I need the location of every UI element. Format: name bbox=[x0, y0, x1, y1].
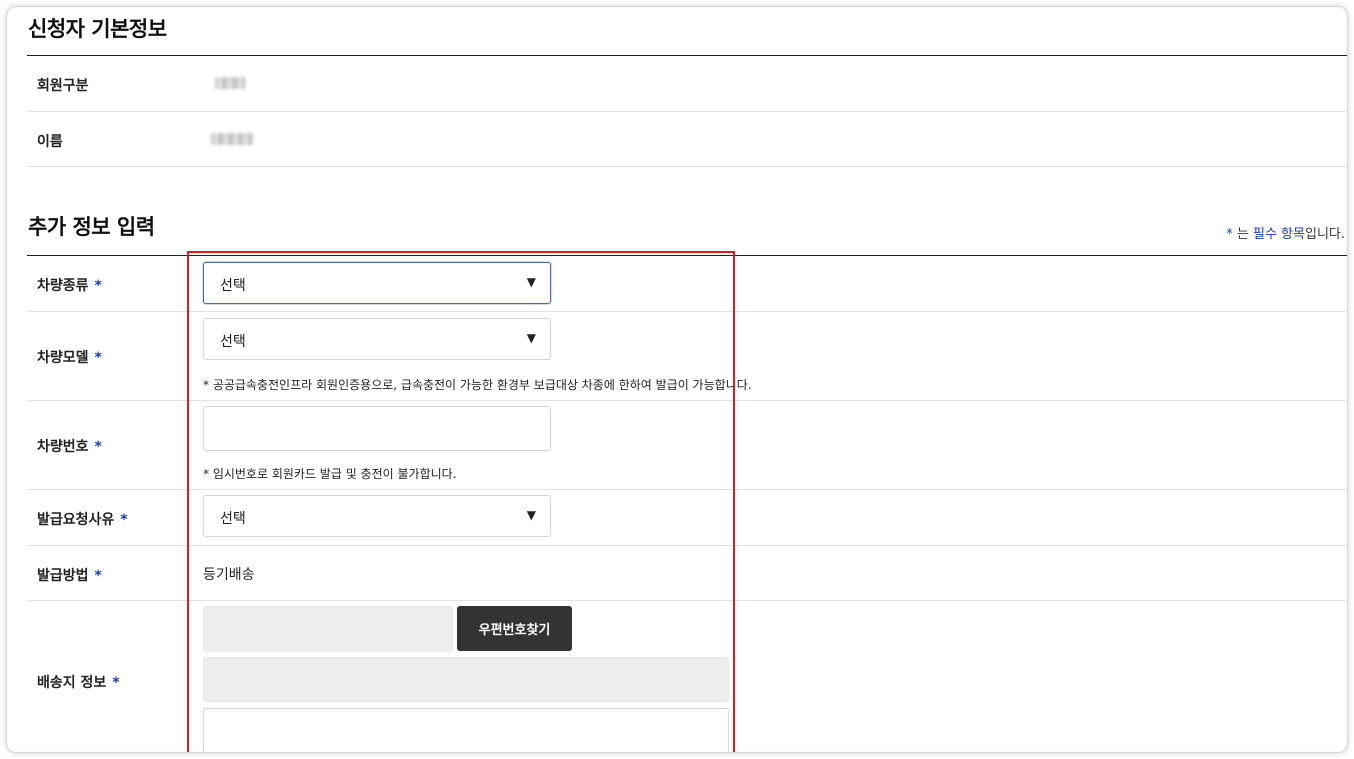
basic-info-title: 신청자 기본정보 bbox=[28, 17, 167, 41]
issue-reason-label: 발급요청사유 * bbox=[37, 512, 128, 528]
postcode-input[interactable] bbox=[203, 606, 453, 652]
issue-reason-select[interactable]: 선택 ▼ bbox=[203, 495, 551, 537]
name-value-redacted bbox=[211, 133, 253, 145]
vehicle-number-label: 차량번호 * bbox=[37, 439, 102, 455]
dropdown-arrow-icon: ▼ bbox=[526, 508, 536, 522]
required-mark: * bbox=[120, 512, 128, 528]
required-note: * 는 필수 항목입니다. bbox=[1226, 227, 1345, 242]
divider bbox=[27, 55, 1347, 56]
required-mark: * bbox=[94, 568, 102, 584]
required-mark: * bbox=[112, 675, 120, 691]
detail-address-input[interactable] bbox=[203, 708, 729, 752]
divider bbox=[27, 255, 1347, 256]
name-label: 이름 bbox=[37, 134, 63, 150]
required-mark: * bbox=[94, 439, 102, 455]
vehicle-model-label: 차량모델 * bbox=[37, 350, 102, 366]
divider bbox=[27, 545, 1347, 546]
vehicle-type-label: 차량종류 * bbox=[37, 278, 102, 294]
extra-info-title: 추가 정보 입력 bbox=[28, 215, 155, 239]
divider bbox=[27, 600, 1347, 601]
vehicle-number-input[interactable] bbox=[203, 406, 551, 451]
dropdown-arrow-icon: ▼ bbox=[526, 275, 536, 289]
divider bbox=[27, 489, 1347, 490]
divider bbox=[27, 166, 1347, 167]
member-type-value-redacted bbox=[215, 77, 245, 89]
page-frame: 신청자 기본정보 회원구분 이름 추가 정보 입력 * 는 필수 항목입니다. … bbox=[6, 6, 1348, 753]
vehicle-number-hint: * 임시번호로 회원카드 발급 및 충전이 불가합니다. bbox=[203, 467, 457, 481]
delivery-info-label: 배송지 정보 * bbox=[37, 675, 120, 691]
dropdown-arrow-icon: ▼ bbox=[526, 331, 536, 345]
find-postcode-button[interactable]: 우편번호찾기 bbox=[457, 606, 572, 651]
divider bbox=[27, 400, 1347, 401]
divider bbox=[27, 111, 1347, 112]
required-mark: * bbox=[94, 278, 102, 294]
divider bbox=[27, 311, 1347, 312]
issue-method-value: 등기배송 bbox=[203, 567, 255, 583]
vehicle-model-select[interactable]: 선택 ▼ bbox=[203, 318, 551, 360]
required-note-highlight: 필수 항목 bbox=[1253, 227, 1305, 242]
address-input[interactable] bbox=[203, 657, 729, 702]
vehicle-model-hint: * 공공급속충전인프라 회원인증용으로, 급속충전이 가능한 환경부 보급대상 … bbox=[203, 378, 752, 392]
member-type-label: 회원구분 bbox=[37, 78, 89, 94]
vehicle-type-select[interactable]: 선택 ▼ bbox=[203, 262, 551, 304]
required-mark: * bbox=[94, 350, 102, 366]
issue-method-label: 발급방법 * bbox=[37, 568, 102, 584]
